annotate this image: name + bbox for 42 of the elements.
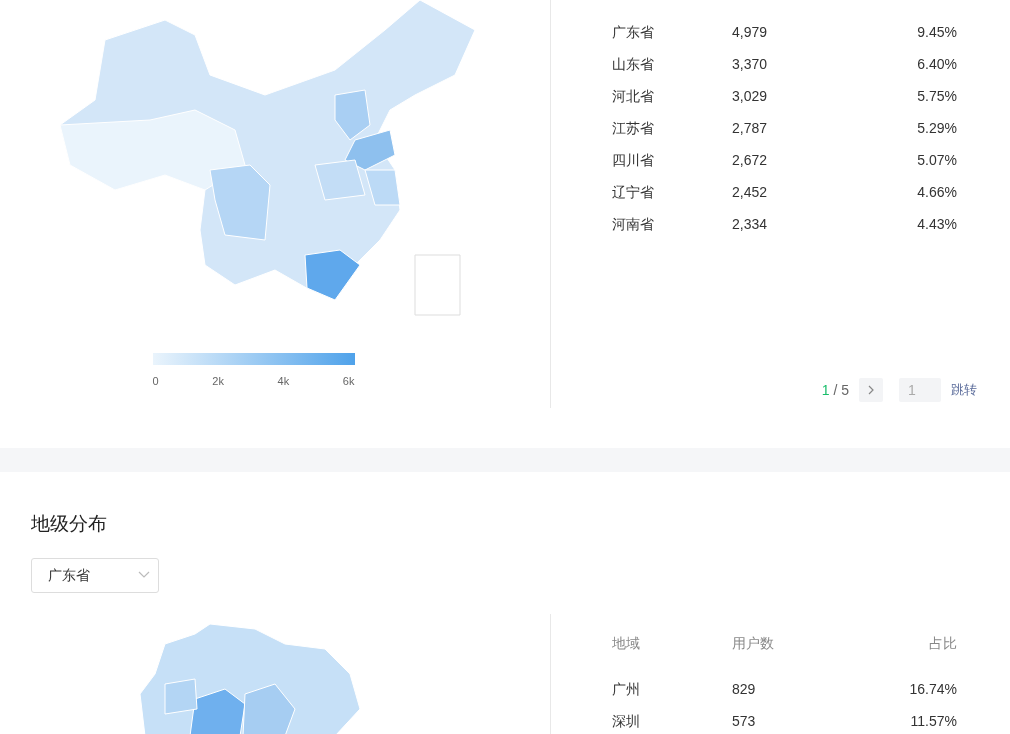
- region-cell-text: 广东省: [612, 22, 655, 42]
- share-cell-text: 16.74%: [908, 680, 957, 699]
- users-cell-text: 829: [732, 680, 757, 699]
- share-cell-text: 11.57%: [909, 712, 957, 731]
- column-header: 地域: [612, 634, 641, 653]
- share-cell-text: 5.07%: [916, 150, 957, 170]
- current-page: 1: [821, 381, 830, 398]
- users-cell-text: 2,452: [732, 182, 769, 202]
- users-cell-text: 2,672: [732, 150, 769, 170]
- chevron-right-icon: [867, 385, 875, 395]
- chevron-down-icon: [138, 571, 150, 579]
- region-cell-text: 四川省: [612, 150, 655, 170]
- total-pages: / 5: [833, 381, 849, 398]
- share-cell-text: 9.45%: [916, 22, 957, 42]
- legend-label: 4k: [277, 374, 290, 389]
- region-cell-text: 江苏省: [612, 118, 655, 138]
- legend-label: 6k: [342, 374, 355, 389]
- share-cell-text: 5.75%: [916, 86, 957, 106]
- users-cell-text: 3,029: [732, 86, 769, 106]
- share-cell-text: 5.29%: [916, 118, 957, 138]
- users-cell-text: 2,334: [732, 214, 769, 234]
- region-cell-text: 河北省: [612, 86, 655, 106]
- users-cell-text: 573: [732, 712, 757, 731]
- users-cell-text: 3,370: [732, 54, 769, 74]
- region-cell-text: 辽宁省: [612, 182, 655, 202]
- share-cell-text: 6.40%: [916, 54, 957, 74]
- region-cell-text: 山东省: [612, 54, 655, 74]
- users-cell-text: 2,787: [732, 118, 769, 138]
- province-select[interactable]: 广东省: [31, 557, 159, 593]
- column-header: 占比: [928, 634, 957, 653]
- users-cell-text: 4,979: [732, 22, 769, 42]
- share-cell-text: 4.66%: [916, 182, 957, 202]
- section-title: 地级分布: [31, 512, 108, 536]
- share-cell-text: 4.43%: [916, 214, 957, 234]
- region-cell-text: 深圳: [612, 712, 641, 731]
- next-page-button[interactable]: [859, 378, 883, 402]
- column-header: 用户数: [732, 634, 775, 653]
- region-cell-text: 广州: [612, 680, 641, 699]
- legend-label: 0: [152, 374, 159, 389]
- jump-link[interactable]: 跳转: [951, 380, 977, 400]
- region-cell-text: 河南省: [612, 214, 655, 234]
- legend-label: 2k: [212, 374, 224, 389]
